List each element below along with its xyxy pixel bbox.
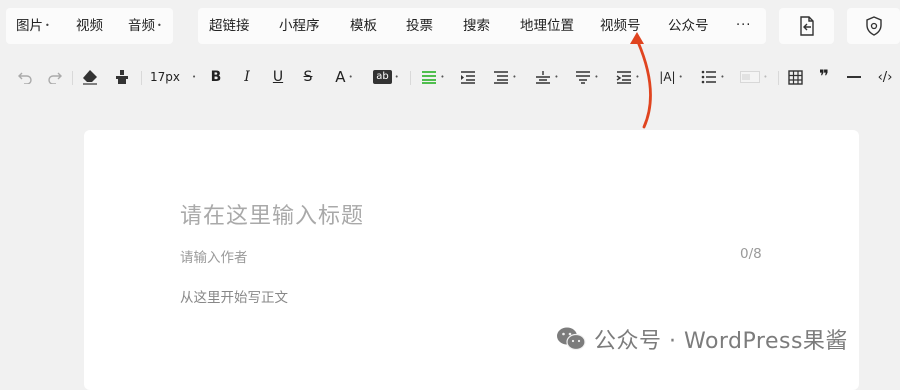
eraser-icon: [83, 70, 97, 85]
menu-hyperlink[interactable]: 超链接: [209, 18, 250, 34]
background-color-label: ab: [373, 70, 392, 84]
vertical-spacing-icon: [536, 71, 551, 84]
menu-mini-program[interactable]: 小程序: [279, 18, 320, 34]
shield-icon: [865, 16, 882, 36]
wechat-icon: [557, 327, 586, 351]
menu-official-account[interactable]: 公众号: [668, 18, 709, 34]
caret-icon: •: [720, 73, 725, 81]
author-char-count: 0/8: [740, 246, 762, 262]
quote-button[interactable]: ❞: [814, 66, 834, 88]
caret-icon: •: [512, 73, 517, 81]
bold-button[interactable]: B: [208, 66, 224, 88]
divider: [72, 71, 73, 85]
divider: [778, 71, 779, 85]
font-color-label: A: [335, 68, 346, 86]
watermark: 公众号 · WordPress果酱: [556, 322, 848, 356]
menu-location[interactable]: 地理位置: [520, 18, 574, 34]
menu-template[interactable]: 模板: [350, 18, 377, 34]
clear-format-button[interactable]: [80, 66, 100, 88]
line-height-icon: [576, 71, 591, 84]
underline-button[interactable]: U: [270, 66, 286, 88]
undo-icon: [18, 72, 32, 84]
undo-button[interactable]: [16, 66, 34, 88]
menu-image-label: 图片: [16, 18, 43, 34]
caret-icon: •: [348, 73, 353, 81]
table-icon: [787, 69, 803, 85]
caret-icon: •: [440, 73, 445, 81]
font-size-select[interactable]: 17px •: [150, 66, 198, 88]
caret-icon: •: [678, 73, 683, 81]
horizontal-rule-button[interactable]: [845, 66, 863, 88]
strikethrough-button[interactable]: S: [300, 66, 316, 88]
align-justify-button[interactable]: •: [418, 66, 448, 88]
caret-icon: •: [394, 73, 399, 81]
import-document-icon: [799, 16, 814, 36]
media-menu-group: 图片 • 视频 音频 •: [6, 8, 173, 44]
redo-icon: [48, 72, 62, 84]
align-justify-icon: [422, 71, 437, 84]
menu-more[interactable]: ···: [736, 18, 751, 34]
line-height-button[interactable]: •: [572, 66, 602, 88]
redo-button[interactable]: [46, 66, 64, 88]
menu-search[interactable]: 搜索: [463, 18, 490, 34]
menu-video[interactable]: 视频: [76, 18, 103, 34]
menu-vote[interactable]: 投票: [406, 18, 433, 34]
menu-audio[interactable]: 音频 •: [128, 18, 162, 34]
letter-spacing-label: |A|: [659, 70, 676, 84]
divider: [141, 71, 142, 85]
bullet-list-button[interactable]: •: [698, 66, 728, 88]
border-style-button[interactable]: •: [738, 66, 770, 88]
format-toolbar: 17px • B I U S A • ab • • • • • • |A| • • • …: [0, 58, 900, 96]
original-protection-button[interactable]: [847, 8, 900, 44]
annotation-arrow-icon: [630, 32, 652, 129]
format-painter-button[interactable]: [112, 66, 132, 88]
background-color-button[interactable]: ab •: [370, 66, 402, 88]
author-input[interactable]: 请输入作者: [180, 246, 248, 266]
paragraph-spacing-button[interactable]: •: [490, 66, 520, 88]
menu-image[interactable]: 图片 •: [16, 18, 50, 34]
paragraph-spacing-icon: [494, 71, 509, 84]
bullet-list-icon: [702, 70, 717, 84]
indent-icon: [461, 71, 475, 84]
vertical-spacing-button[interactable]: •: [532, 66, 562, 88]
font-size-value: 17px: [150, 70, 180, 84]
title-input[interactable]: 请在这里输入标题: [180, 198, 364, 230]
insert-menu-group: 超链接 小程序 模板 投票 搜索 地理位置 视频号 公众号 ···: [198, 8, 766, 44]
border-style-icon: [740, 71, 761, 83]
insert-table-button[interactable]: [786, 66, 804, 88]
caret-icon: •: [192, 73, 197, 81]
divider: [410, 71, 411, 85]
watermark-text: 公众号 · WordPress果酱: [594, 329, 848, 354]
menu-audio-label: 音频: [128, 18, 155, 34]
caret-icon: •: [45, 21, 50, 30]
italic-button[interactable]: I: [239, 66, 255, 88]
caret-icon: •: [594, 73, 599, 81]
body-editor[interactable]: 从这里开始写正文: [180, 286, 288, 306]
caret-icon: •: [157, 21, 162, 30]
indent-button[interactable]: [458, 66, 478, 88]
caret-icon: •: [554, 73, 559, 81]
font-color-button[interactable]: A •: [331, 66, 357, 88]
menu-video-label: 视频: [76, 18, 103, 34]
code-button[interactable]: ‹/›: [874, 66, 896, 88]
format-painter-icon: [116, 70, 128, 84]
caret-icon: •: [763, 73, 768, 81]
import-document-button[interactable]: [779, 8, 834, 44]
horizontal-rule-icon: [847, 76, 861, 78]
top-menu-bar: 图片 • 视频 音频 • 超链接 小程序 模板 投票 搜索 地理位置 视频号 公众号…: [0, 0, 900, 52]
